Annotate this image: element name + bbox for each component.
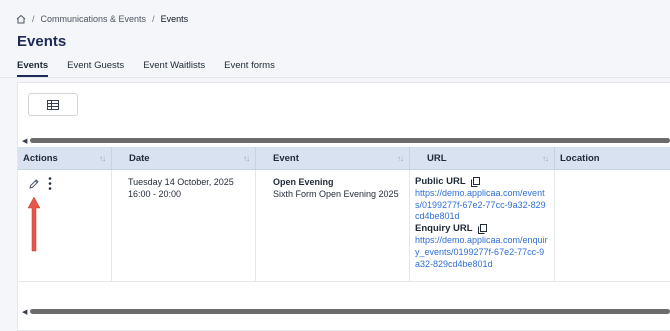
copy-icon[interactable] (477, 224, 487, 235)
event-cell: Open Evening Sixth Form Open Evening 202… (256, 170, 410, 281)
sort-icon[interactable]: ↑↓ (542, 154, 549, 163)
table-header-row: Actions ↑↓ Date ↑↓ Event ↑↓ URL ↑↓ Locat… (18, 147, 670, 170)
event-subtitle: Sixth Form Open Evening 2025 (273, 189, 399, 199)
scrollbar-thumb[interactable] (30, 309, 670, 314)
scroll-left-icon[interactable]: ◀ (22, 137, 30, 145)
horizontal-scrollbar-top[interactable]: ◀ (22, 137, 670, 145)
copy-icon[interactable] (470, 176, 480, 187)
column-header-actions[interactable]: Actions ↑↓ (18, 147, 112, 170)
scrollbar-thumb[interactable] (30, 138, 670, 143)
tab-bar: Events Event Guests Event Waitlists Even… (17, 60, 294, 77)
sort-icon[interactable]: ↑↓ (243, 154, 250, 163)
pencil-icon[interactable] (28, 178, 40, 190)
tabs-divider (0, 77, 670, 78)
table-view-button[interactable] (28, 93, 78, 116)
event-date: Tuesday 14 October, 2025 (128, 177, 234, 187)
tab-event-waitlists[interactable]: Event Waitlists (143, 60, 205, 77)
location-cell (555, 170, 670, 281)
horizontal-scrollbar-bottom[interactable]: ◀ (22, 308, 670, 316)
tab-events[interactable]: Events (17, 60, 49, 77)
breadcrumb-separator: / (152, 14, 155, 24)
scroll-left-icon[interactable]: ◀ (22, 308, 30, 316)
breadcrumb-separator: / (32, 14, 35, 24)
sort-icon[interactable]: ↑↓ (99, 154, 106, 163)
table-icon (47, 99, 59, 110)
date-cell: Tuesday 14 October, 2025 16:00 - 20:00 (112, 170, 256, 281)
events-panel: ◀ Actions ↑↓ Date ↑↓ Event ↑↓ URL ↑↓ Loc… (17, 82, 670, 331)
tab-event-forms[interactable]: Event forms (224, 60, 275, 77)
breadcrumb-item-communications[interactable]: Communications & Events (41, 14, 147, 24)
sort-icon[interactable]: ↑↓ (397, 154, 404, 163)
url-cell: Public URL https://demo.applicaa.com/eve… (410, 170, 555, 281)
column-header-location[interactable]: Location (555, 147, 670, 170)
annotation-arrow-icon (27, 196, 41, 252)
table-row: Tuesday 14 October, 2025 16:00 - 20:00 O… (18, 170, 670, 282)
enquiry-url-label: Enquiry URL (415, 223, 549, 235)
tab-event-guests[interactable]: Event Guests (67, 60, 124, 77)
column-header-url[interactable]: URL ↑↓ (410, 147, 555, 170)
breadcrumb-item-events: Events (160, 14, 189, 24)
page-title: Events (17, 33, 67, 50)
enquiry-url-link[interactable]: https://demo.applicaa.com/enquiry_events… (415, 235, 549, 270)
kebab-menu-icon[interactable] (47, 176, 53, 191)
home-icon[interactable] (16, 14, 26, 24)
event-title: Open Evening (273, 177, 334, 187)
breadcrumb: / Communications & Events / Events (16, 14, 188, 24)
column-header-date[interactable]: Date ↑↓ (112, 147, 256, 170)
event-time: 16:00 - 20:00 (128, 189, 182, 199)
events-table: Actions ↑↓ Date ↑↓ Event ↑↓ URL ↑↓ Locat… (18, 147, 670, 282)
actions-cell (18, 170, 112, 281)
column-header-event[interactable]: Event ↑↓ (256, 147, 410, 170)
public-url-label: Public URL (415, 176, 549, 188)
public-url-link[interactable]: https://demo.applicaa.com/events/0199277… (415, 188, 549, 223)
